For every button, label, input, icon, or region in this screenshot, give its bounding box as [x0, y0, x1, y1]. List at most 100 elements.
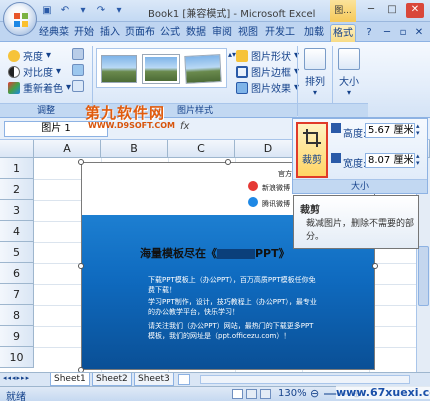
row-header[interactable]: 9 — [0, 326, 34, 347]
brightness-icon — [8, 49, 20, 62]
picture-styles-gallery — [96, 48, 227, 88]
crop-tooltip: 裁剪 裁减图片，删除不需要的部分。 — [293, 195, 419, 249]
resize-handle[interactable] — [225, 159, 231, 165]
crop-button[interactable]: 裁剪 — [296, 122, 328, 178]
picture-shape-label: 图片形状 — [251, 52, 291, 63]
sheet-tab[interactable]: Sheet1 — [50, 373, 90, 386]
height-input[interactable]: 5.67 厘米 — [365, 123, 415, 138]
title-bar: ▣ ↶ ▾ ↷ ▾ Book1 [兼容模式] - Microsoft Excel… — [0, 0, 430, 22]
column-header[interactable]: A — [34, 140, 101, 158]
tab-format[interactable]: 格式 — [330, 24, 356, 42]
picture-shape-button[interactable]: 图片形状▾ — [236, 48, 299, 63]
zoom-level[interactable]: 130% — [278, 388, 307, 399]
tab-addins[interactable]: 加载项 — [300, 24, 328, 56]
arrange-button[interactable]: 排列 ▾ — [301, 48, 329, 97]
picture-effects-label: 图片效果 — [251, 84, 291, 95]
adjust-group-label: 调整 — [0, 103, 92, 117]
save-icon[interactable]: ▣ — [40, 4, 54, 17]
row-header[interactable]: 8 — [0, 305, 34, 326]
ribbon-close-icon[interactable]: ✕ — [412, 24, 426, 42]
shape-icon — [236, 49, 248, 62]
height-icon — [331, 123, 341, 133]
row-header[interactable]: 1 — [0, 158, 34, 179]
gallery-scroll-icon[interactable]: ▴▾ — [228, 50, 236, 59]
redo-icon[interactable]: ↷ — [94, 4, 108, 17]
picture-effects-button[interactable]: 图片效果▾ — [236, 80, 299, 95]
column-header[interactable]: B — [101, 140, 168, 158]
recolor-button[interactable]: 重新着色 ▾ — [8, 80, 71, 95]
contrast-button[interactable]: 对比度 ▾ — [8, 64, 61, 79]
row-header[interactable]: 3 — [0, 200, 34, 221]
insert-sheet-icon[interactable] — [178, 374, 190, 385]
resize-handle[interactable] — [78, 159, 84, 165]
tab-view[interactable]: 视图 — [236, 24, 260, 42]
row-header[interactable]: 10 — [0, 347, 34, 368]
picture-border-label: 图片边框 — [251, 68, 291, 79]
brightness-label: 亮度 — [23, 52, 43, 63]
fx-icon[interactable]: fx — [180, 121, 189, 132]
compress-icon[interactable] — [72, 48, 84, 60]
tab-developer[interactable]: 开发工具 — [262, 24, 298, 56]
customize-icon[interactable]: ▾ — [112, 4, 126, 17]
recolor-label: 重新着色 — [23, 84, 63, 95]
resize-handle[interactable] — [372, 263, 378, 269]
column-header[interactable]: C — [168, 140, 235, 158]
reset-picture-icon[interactable] — [72, 80, 84, 92]
width-icon — [331, 153, 341, 163]
ribbon: 亮度▾ 对比度▾ 重新着色▾ 调整 ▴▾ 图片形状▾ 图片边框▾ 图片效果▾ 图… — [0, 42, 430, 118]
tab-review[interactable]: 审阅 — [210, 24, 234, 42]
size-button[interactable]: 大小 ▾ — [336, 48, 362, 97]
site-logo: 第九软件网 — [85, 104, 166, 122]
resize-handle[interactable] — [78, 263, 84, 269]
sheet-nav-icon[interactable]: ◂◂◂▸▸▸ — [3, 374, 30, 382]
tab-page-layout[interactable]: 页面布 — [124, 24, 156, 42]
row-header[interactable]: 5 — [0, 242, 34, 263]
picture-border-button[interactable]: 图片边框▾ — [236, 64, 299, 79]
normal-view-icon[interactable] — [232, 389, 243, 399]
help-icon[interactable]: ? — [362, 24, 376, 42]
picture-style-thumb[interactable] — [101, 55, 137, 83]
tab-home[interactable]: 开始 — [72, 24, 96, 42]
tab-data[interactable]: 数据 — [184, 24, 208, 42]
ribbon-restore-icon[interactable]: ▫ — [396, 24, 410, 42]
size-icon — [338, 48, 360, 70]
dropdown-icon[interactable]: ▾ — [76, 4, 90, 17]
row-header[interactable]: 4 — [0, 221, 34, 242]
width-label: 宽度: — [343, 159, 367, 170]
brightness-button[interactable]: 亮度 ▾ — [8, 48, 51, 63]
scrollbar-thumb[interactable] — [418, 246, 429, 306]
sheet-tab[interactable]: Sheet2 — [92, 373, 132, 386]
select-all-corner[interactable] — [0, 140, 34, 158]
crop-label: 裁剪 — [302, 155, 322, 166]
maximize-button[interactable]: □ — [383, 3, 401, 18]
sheet-tab[interactable]: Sheet3 — [134, 373, 174, 386]
horizontal-scrollbar[interactable] — [200, 375, 410, 384]
office-button[interactable] — [3, 2, 37, 36]
row-header[interactable]: 7 — [0, 284, 34, 305]
page-layout-view-icon[interactable] — [246, 389, 257, 399]
tab-classic-menu[interactable]: 经典菜单 — [38, 24, 70, 56]
undo-icon[interactable]: ↶ — [58, 4, 72, 17]
picture-style-thumb[interactable] — [184, 54, 222, 84]
page-break-view-icon[interactable] — [260, 389, 271, 399]
tab-insert[interactable]: 插入 — [98, 24, 122, 42]
tencent-weibo-icon — [248, 197, 258, 207]
ribbon-minimize-icon[interactable]: ─ — [380, 24, 394, 42]
height-spinner-icon[interactable]: ▴ ▾ — [416, 123, 420, 137]
row-header[interactable]: 2 — [0, 179, 34, 200]
picture-style-thumb[interactable] — [143, 55, 179, 83]
picture-text: 学习PPT制作，设计，技巧教程上（办公PPT），最专业的办公教学平台，快乐学习！ — [148, 298, 317, 316]
picture-text: 新浪微博 — [262, 184, 290, 192]
row-header[interactable]: 6 — [0, 263, 34, 284]
width-spinner-icon[interactable]: ▴ ▾ — [416, 153, 420, 167]
effects-icon — [236, 81, 248, 94]
tab-formulas[interactable]: 公式 — [158, 24, 182, 42]
window-title: Book1 [兼容模式] - Microsoft Excel — [148, 9, 316, 20]
minimize-button[interactable]: ─ — [362, 3, 380, 18]
zoom-out-icon[interactable]: ⊖ — [310, 387, 319, 400]
close-button[interactable]: ✕ — [406, 3, 424, 18]
size-label: 大小 — [339, 77, 359, 88]
change-picture-icon[interactable] — [72, 64, 84, 76]
quick-access-toolbar: ▣ ↶ ▾ ↷ ▾ — [40, 4, 126, 17]
width-input[interactable]: 8.07 厘米 — [365, 153, 415, 168]
